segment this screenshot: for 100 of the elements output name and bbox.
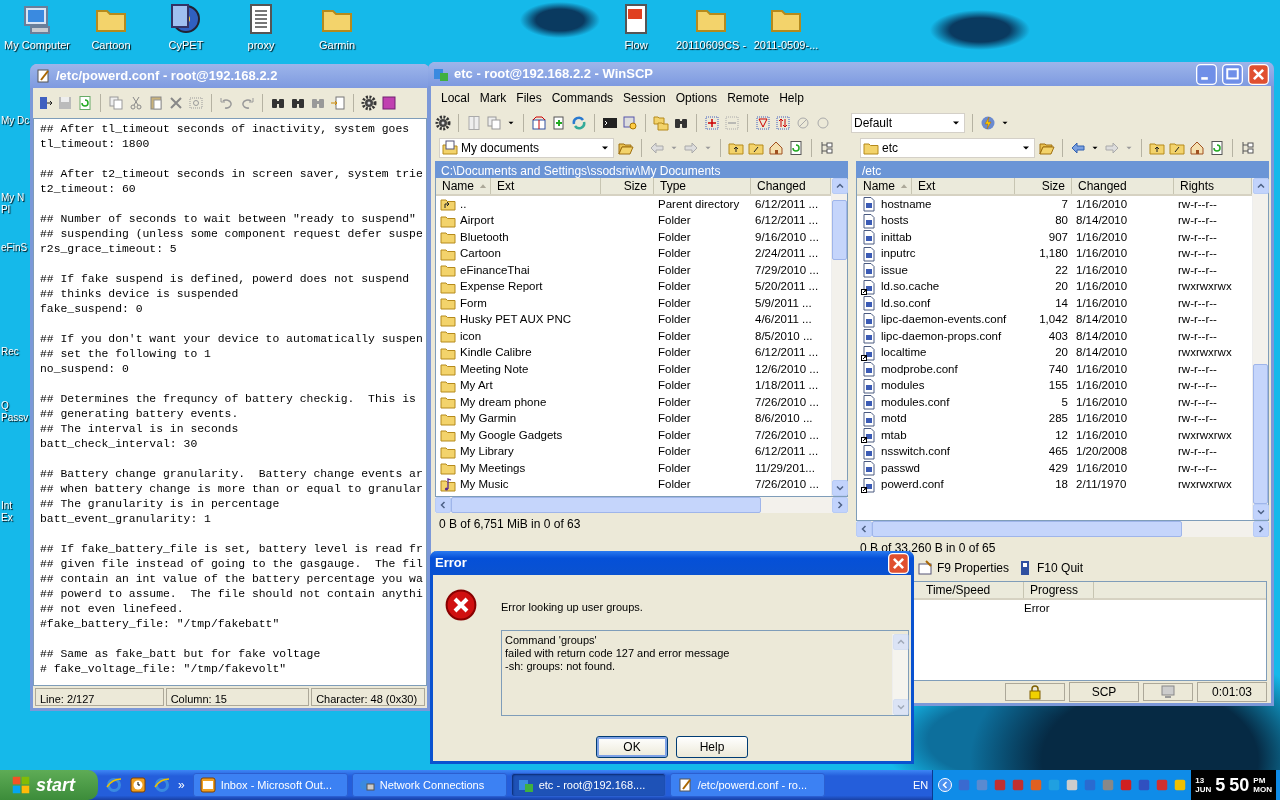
file-row[interactable]: icon Folder 8/5/2010 ... [436,328,831,345]
settings-icon[interactable] [361,95,377,111]
file-row[interactable]: modules 155 1/16/2010 rw-r--r-- [857,377,1252,394]
forward-arrow-icon[interactable] [683,140,699,156]
file-row[interactable]: Meeting Note Folder 12/6/2010 ... [436,361,831,378]
reload-icon[interactable] [77,95,93,111]
show-hidden-icon[interactable] [937,777,954,793]
scroll-right-button[interactable] [832,497,848,513]
file-row[interactable]: modules.conf 5 1/16/2010 rw-r--r-- [857,394,1252,411]
close-icon[interactable] [888,552,909,574]
column-header[interactable]: Size [1015,178,1072,194]
file-row[interactable]: nsswitch.conf 465 1/20/2008 rw-r--r-- [857,443,1252,460]
file-row[interactable]: modprobe.conf 740 1/16/2010 rw-r--r-- [857,361,1252,378]
disc-icon[interactable] [170,3,202,35]
undo-icon[interactable] [219,95,235,111]
root-folder-icon[interactable] [748,140,764,156]
exit-icon[interactable] [37,95,53,111]
menu-item[interactable]: Local [437,88,474,108]
scroll-right-button[interactable] [1253,521,1269,537]
column-header[interactable]: Size [601,178,654,194]
column-header[interactable]: Ext [912,178,1015,194]
file-row[interactable]: ld.so.cache 20 1/16/2010 rwxrwxrwx [857,278,1252,295]
scrollbar-thumb[interactable] [1253,364,1268,504]
file-row[interactable]: motd 285 1/16/2010 rw-r--r-- [857,410,1252,427]
file-row[interactable]: issue 22 1/16/2010 rw-r--r-- [857,262,1252,279]
paste-icon[interactable] [148,95,164,111]
scroll-left-button[interactable] [435,497,451,513]
scroll-down-button[interactable] [1253,504,1269,520]
scrollbar-thumb[interactable] [451,497,761,513]
copy-icon[interactable] [108,95,124,111]
column-header[interactable]: Time/Speed [920,582,1024,598]
settings-icon[interactable] [435,114,451,131]
computer-icon[interactable] [21,3,53,35]
parent-folder-icon[interactable] [728,140,744,156]
file-row[interactable]: My Library Folder 6/12/2011 ... [436,443,831,460]
open-folder-icon[interactable] [618,140,634,156]
file-row[interactable]: eFinanceThai Folder 7/29/2010 ... [436,262,831,279]
location-dropdown[interactable]: My documents [439,138,614,158]
file-row[interactable]: inittab 907 1/16/2010 rw-r--r-- [857,229,1252,246]
file-row[interactable]: My Google Gadgets Folder 7/26/2010 ... [436,427,831,444]
home-icon[interactable] [1189,140,1205,156]
column-header[interactable]: Ext [491,178,601,194]
file-row[interactable]: Bluetooth Folder 9/16/2010 ... [436,229,831,246]
minimize-icon[interactable] [1196,63,1217,85]
horizontal-scrollbar[interactable] [435,497,848,513]
tray-icon[interactable] [1119,778,1134,792]
file-row[interactable]: hosts 80 8/14/2010 rw-r--r-- [857,212,1252,229]
more-button[interactable]: » [178,776,185,794]
file-row[interactable]: My dream phone Folder 7/26/2010 ... [436,394,831,411]
menu-item[interactable]: Session [619,88,670,108]
circle-icon[interactable] [815,114,831,131]
column-header[interactable]: Name [857,178,912,194]
column-header[interactable]: Changed [1072,178,1174,194]
scroll-down-button[interactable] [893,698,909,715]
cut-icon[interactable] [128,95,144,111]
function-key-button[interactable]: F10 Quit [1017,559,1084,577]
taskbar-button[interactable]: etc - root@192.168.... [510,773,666,797]
horizontal-scrollbar[interactable] [856,521,1269,537]
vertical-scrollbar[interactable] [1252,178,1268,520]
file-row[interactable]: inputrc 1,180 1/16/2010 rw-r--r-- [857,245,1252,262]
dialog-button[interactable]: OK [596,735,668,758]
scroll-up-button[interactable] [1253,178,1269,194]
maximize-icon[interactable] [1222,63,1243,85]
vertical-scrollbar[interactable] [831,178,847,496]
scroll-up-button[interactable] [832,178,848,194]
clock-icon[interactable] [130,777,146,793]
file-row[interactable]: Kindle Calibre Folder 6/12/2011 ... [436,344,831,361]
menu-item[interactable]: Help [775,88,808,108]
refresh-icon[interactable] [571,114,587,131]
plus-icon[interactable] [704,114,720,131]
column-header[interactable]: Progress [1024,582,1094,598]
column-header[interactable]: Type [654,178,751,194]
column-header[interactable]: Name [436,178,491,194]
file-row[interactable]: My Art Folder 1/18/2011 ... [436,377,831,394]
select-all-icon[interactable] [188,95,204,111]
menu-item[interactable]: Mark [475,88,511,108]
filter-icon[interactable] [755,114,771,131]
location-dropdown[interactable]: etc [860,138,1035,158]
details-box[interactable]: Command 'groups' failed with return code 127 and error message -sh: groups: not found. [501,629,909,716]
swap-icon[interactable] [775,114,791,131]
home-icon[interactable] [768,140,784,156]
taskbar-button[interactable]: /etc/powerd.conf - ro... [669,773,825,797]
scroll-up-button[interactable] [893,633,909,650]
file-row[interactable]: passwd 429 1/16/2010 rw-r--r-- [857,460,1252,477]
file-row[interactable]: Husky PET AUX PNC Folder 4/6/2011 ... [436,311,831,328]
file-row[interactable]: .. Parent directory 6/12/2011 ... [436,196,831,213]
file-row[interactable]: My Music Folder 7/26/2010 ... [436,476,831,493]
close-icon[interactable] [1248,63,1269,85]
scroll-left-button[interactable] [856,521,872,537]
browser-icon[interactable] [154,777,170,793]
minus-icon[interactable] [724,114,740,131]
refresh-icon[interactable] [1209,140,1225,156]
tray-icon[interactable] [1011,778,1026,792]
package-icon[interactable] [531,114,547,131]
tree-icon[interactable] [1240,140,1256,156]
tray-icon[interactable] [1137,778,1152,792]
menu-item[interactable]: Files [512,88,546,108]
tree-icon[interactable] [819,140,835,156]
panel-icon[interactable] [466,114,482,131]
file-row[interactable]: powerd.conf 18 2/11/1970 rwxrwxrwx [857,476,1252,493]
